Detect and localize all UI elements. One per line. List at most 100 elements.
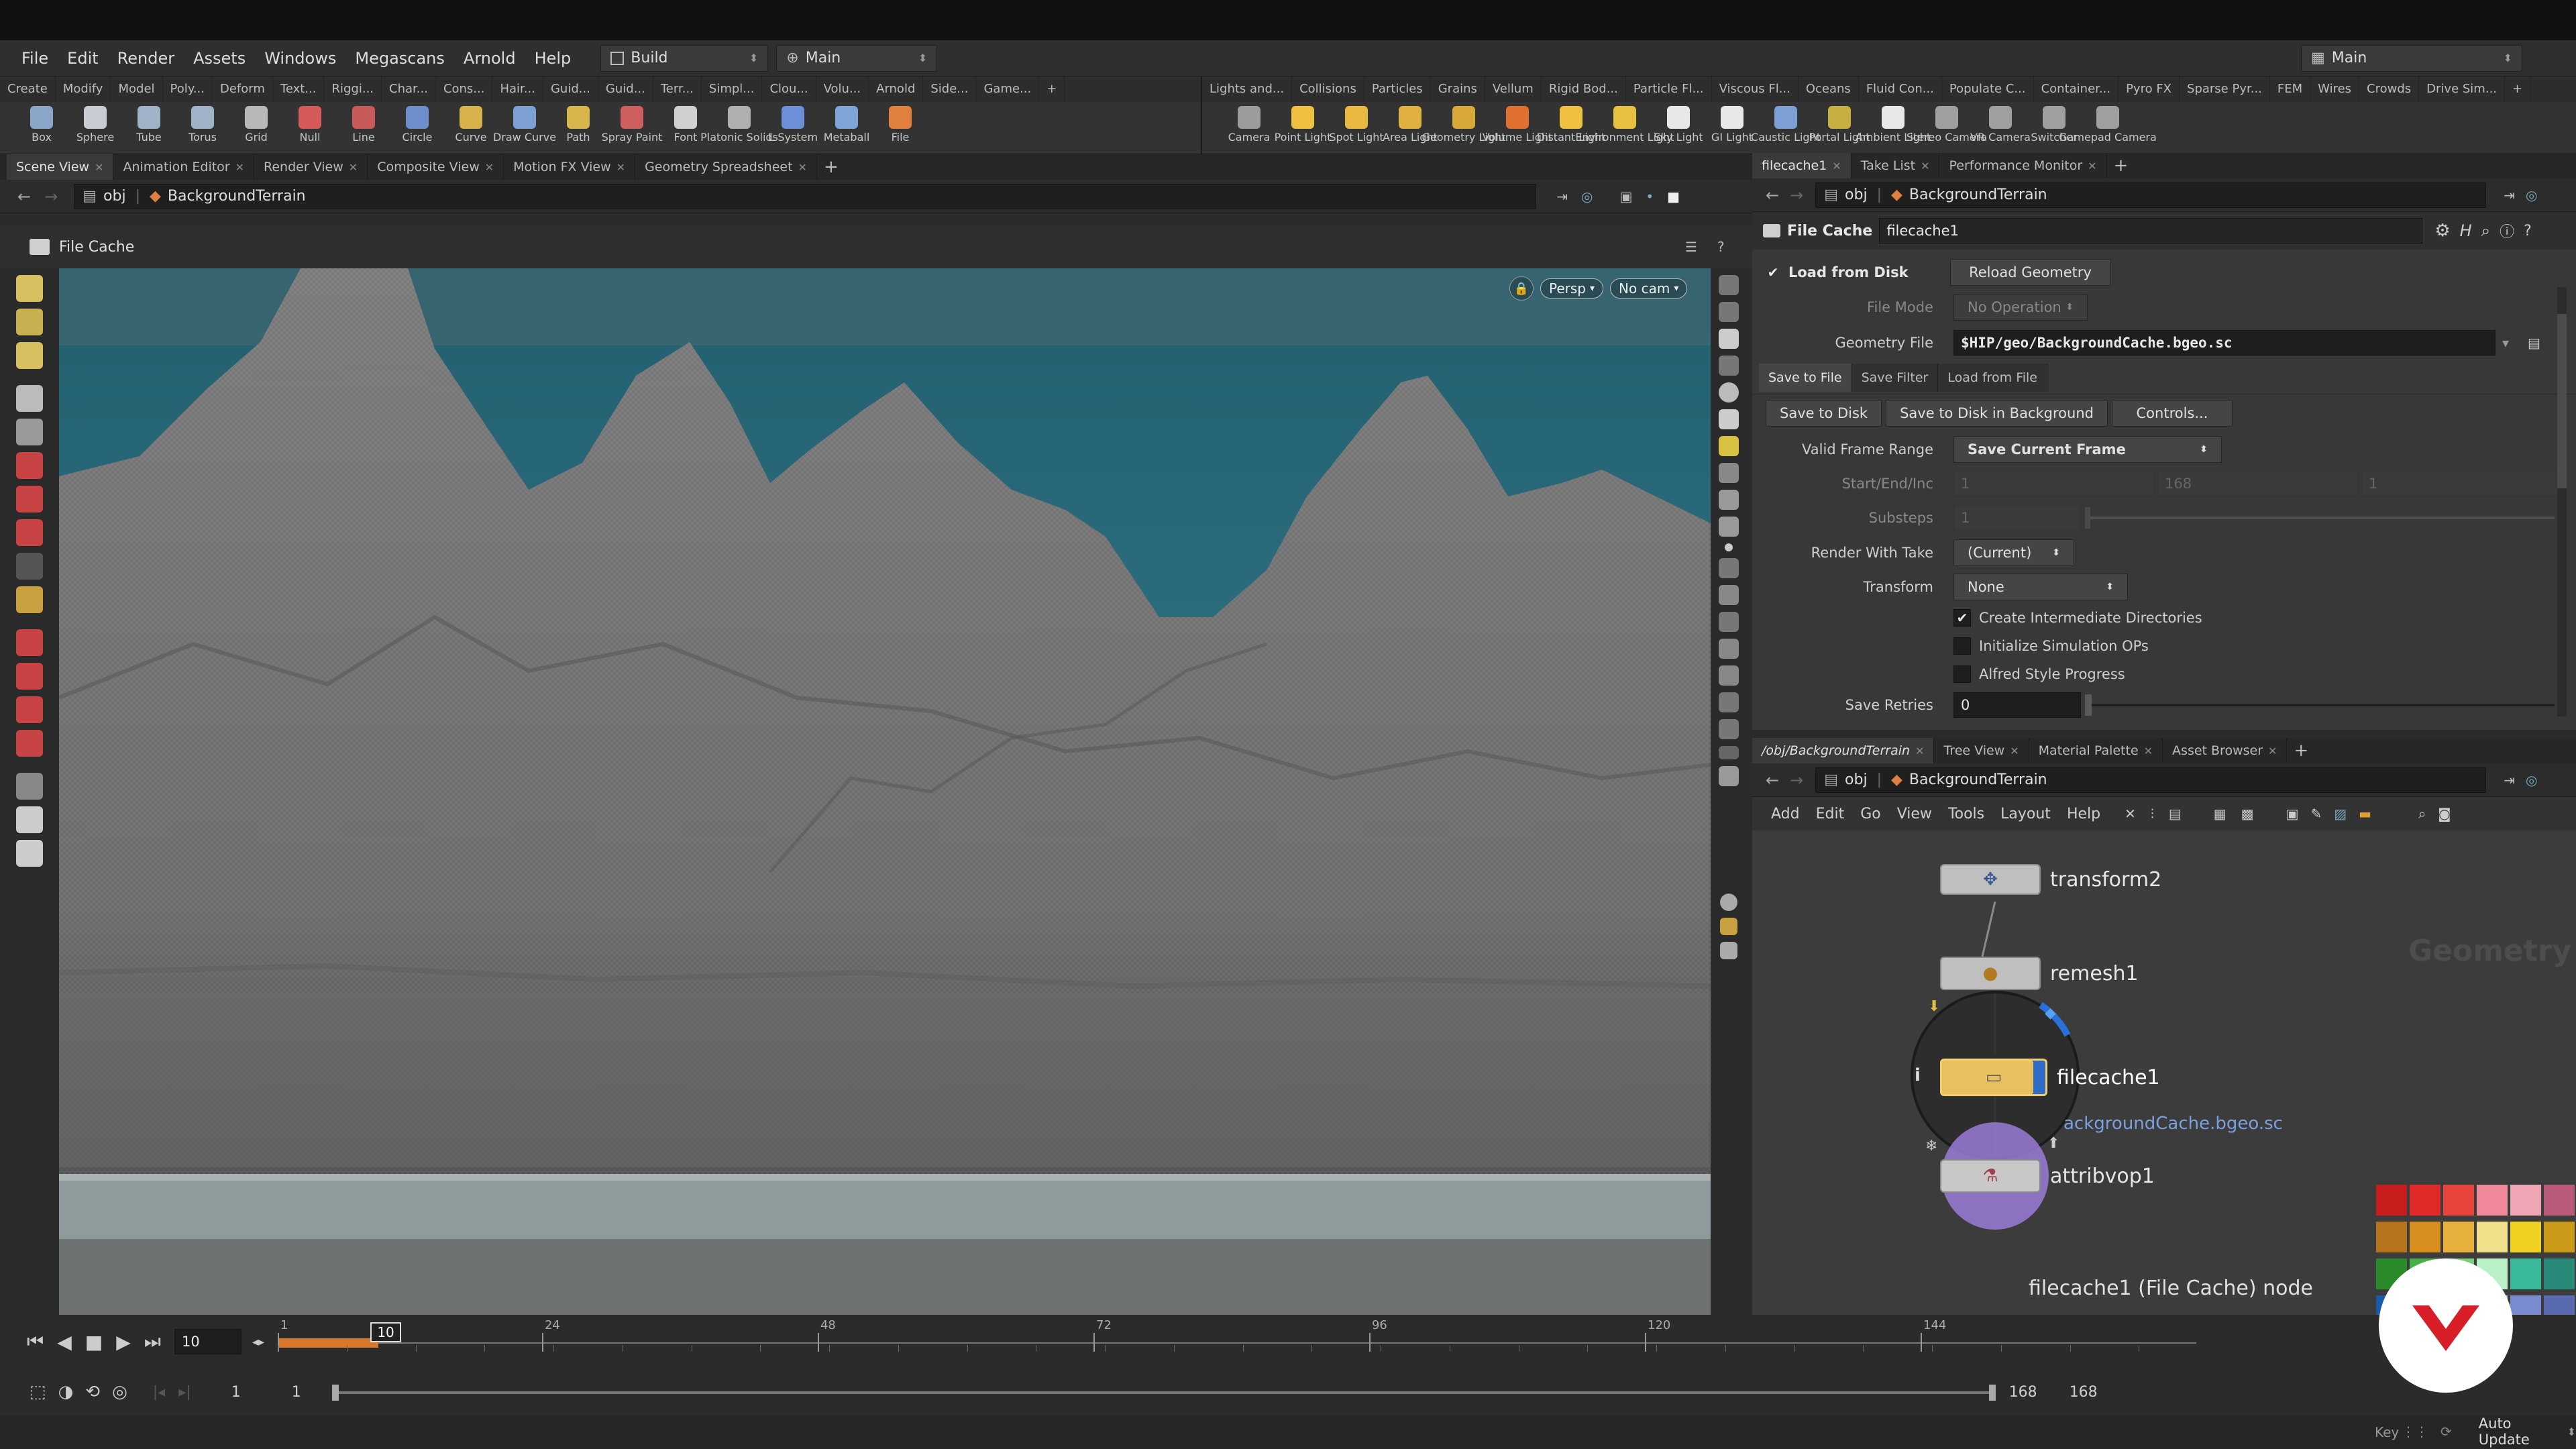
shelf-tool-camera[interactable]: Camera [1222, 102, 1276, 154]
tab-filecache1[interactable]: filecache1 ✕ [1752, 153, 1851, 178]
shelf-tab-right-9[interactable]: Fluid Con... [1859, 76, 1942, 102]
file-browse-icon[interactable]: ▤ [2528, 335, 2540, 351]
menu-edit[interactable]: Edit [1816, 806, 1845, 822]
shelf-tool-distant-light[interactable]: Distant Light [1537, 102, 1605, 154]
dropdown-icon[interactable]: ▾ [2502, 335, 2509, 351]
magnet-icon[interactable] [16, 663, 43, 690]
tab-performance-monitor[interactable]: Performance Monitor ✕ [1939, 153, 2107, 178]
frame-icon[interactable] [1719, 719, 1739, 739]
image-icon[interactable]: ▣ [2286, 806, 2299, 822]
shelf-tool-path[interactable]: Path [551, 102, 605, 154]
shelf-tool-draw-curve[interactable]: Draw Curve [493, 102, 556, 154]
close-icon[interactable]: ✕ [1832, 160, 1841, 172]
substeps-slider[interactable] [2085, 507, 2555, 529]
forward-arrow-icon[interactable]: → [44, 187, 58, 206]
shelf-tool-file[interactable]: File [873, 102, 927, 154]
shelf-tab-left-6[interactable]: Riggi... [324, 76, 382, 102]
close-icon[interactable]: ✕ [485, 161, 494, 174]
color-swatch[interactable] [2443, 1185, 2474, 1216]
color-swatch[interactable] [2544, 1185, 2575, 1216]
shelf-tool-volume-light[interactable]: Volume Light [1483, 102, 1552, 154]
add-tab-icon[interactable]: + [824, 157, 839, 177]
numbers-icon[interactable] [1719, 612, 1739, 632]
tab-asset-browser[interactable]: Asset Browser ✕ [2163, 738, 2288, 763]
shelf-tool-line[interactable]: Line [337, 102, 390, 154]
scale-icon[interactable] [16, 519, 43, 546]
shelf-tab-right-11[interactable]: Container... [2034, 76, 2119, 102]
geometry-file-field[interactable]: $HIP/geo/BackgroundCache.bgeo.sc [1953, 330, 2496, 356]
shelf-tool-stereo-camera[interactable]: Stereo Camera [1907, 102, 1987, 154]
auto-update-select[interactable]: Auto Update [2479, 1415, 2554, 1448]
shelf-tab-left-7[interactable]: Char... [382, 76, 436, 102]
add-shelf-icon[interactable]: + [2505, 76, 2531, 102]
shelf-tool-ambient-light[interactable]: Ambient Light [1856, 102, 1931, 154]
select-mode-icon[interactable] [16, 309, 43, 335]
shelf-tab-right-8[interactable]: Oceans [1799, 76, 1859, 102]
menu-megascans[interactable]: Megascans [345, 49, 454, 68]
light-icon[interactable] [1719, 409, 1739, 429]
menu-help[interactable]: Help [525, 49, 581, 68]
angle-icon[interactable] [1719, 692, 1739, 712]
save-to-disk-button[interactable]: Save to Disk [1766, 400, 1882, 427]
square-icon[interactable]: ■ [1667, 189, 1680, 205]
dots-icon[interactable]: • [1646, 189, 1654, 205]
realtime-icon[interactable]: ⬚ [30, 1382, 46, 1402]
jump-start-icon[interactable]: ⏮ [27, 1330, 44, 1353]
init-sim-checkbox[interactable] [1953, 637, 1971, 655]
shelf-tab-left-2[interactable]: Model [111, 76, 163, 102]
shelf-tab-right-2[interactable]: Particles [1364, 76, 1431, 102]
tools-icon[interactable]: ✕ [2125, 806, 2136, 822]
layout-icon[interactable] [1720, 918, 1737, 935]
color-swatch[interactable] [2443, 1222, 2474, 1252]
color-swatch[interactable] [2410, 1185, 2440, 1216]
close-icon[interactable]: ✕ [1915, 745, 1924, 757]
shelf-tool-l-system[interactable]: L-System [766, 102, 820, 154]
shelf-tool-gamepad-camera[interactable]: Gamepad Camera [2059, 102, 2157, 154]
sticky-icon[interactable]: ▬ [2359, 806, 2371, 822]
shelf-tool-platonic-solids[interactable]: Platonic Solids [700, 102, 778, 154]
range-slider[interactable] [331, 1382, 1996, 1402]
key-mode-select[interactable]: Key [2375, 1424, 2399, 1440]
file-mode-select[interactable]: No Operation ⬍ [1953, 294, 2088, 321]
context-selector[interactable]: ⊕ Main ⬍ [776, 44, 938, 72]
camera-menu[interactable]: No cam ▾ [1610, 278, 1688, 299]
shelf-tab-right-3[interactable]: Grains [1431, 76, 1485, 102]
shelf-tab-left-15[interactable]: Volu... [816, 76, 869, 102]
start-field[interactable]: 1 [1953, 471, 2155, 496]
next-key-icon[interactable]: ▸| [178, 1384, 191, 1401]
save-retries-slider[interactable] [2085, 694, 2555, 716]
shelf-tool-environment-light[interactable]: Environment Light [1575, 102, 1674, 154]
shelf-tab-right-15[interactable]: Wires [2310, 76, 2360, 102]
view-tool-icon[interactable] [16, 773, 43, 800]
tab-take-list[interactable]: Take List ✕ [1851, 153, 1940, 178]
shelf-tool-area-light[interactable]: Area Light [1383, 102, 1438, 154]
color-swatch[interactable] [2376, 1222, 2407, 1252]
tab-tree-view[interactable]: Tree View ✕ [1934, 738, 2029, 763]
network-path-field[interactable]: ▤ obj | ◆ BackgroundTerrain [1815, 767, 2487, 793]
node-attribvop1[interactable]: ⚗ attribvop1 [1940, 1159, 2155, 1193]
shelf-tool-gi-light[interactable]: GI Light [1705, 102, 1759, 154]
scene-path-field[interactable]: ▤ obj | ◆ BackgroundTerrain [74, 183, 1537, 209]
shelf-tab-right-1[interactable]: Collisions [1292, 76, 1364, 102]
reload-geometry-button[interactable]: Reload Geometry [1949, 259, 2111, 286]
forward-arrow-icon[interactable]: → [1790, 186, 1803, 205]
save-to-disk-background-button[interactable]: Save to Disk in Background [1886, 400, 2108, 427]
color-swatch[interactable] [2477, 1222, 2508, 1252]
shelf-tool-spot-light[interactable]: Spot Light [1329, 102, 1384, 154]
menu-add[interactable]: Add [1771, 806, 1800, 822]
close-icon[interactable]: ✕ [616, 161, 625, 174]
pin-icon[interactable]: ⇥ [1556, 189, 1568, 205]
bucket-icon[interactable] [1719, 639, 1739, 659]
camera-view-icon[interactable] [1719, 490, 1739, 510]
bypass-flag-icon[interactable]: ⬇ [1928, 998, 1940, 1015]
param-scrollbar[interactable] [2557, 287, 2567, 716]
tab-geometry-spreadsheet[interactable]: Geometry Spreadsheet ✕ [635, 154, 817, 180]
shelf-tab-right-7[interactable]: Viscous Fl... [1712, 76, 1799, 102]
tab-motion-fx-view[interactable]: Motion FX View ✕ [504, 154, 636, 180]
tree-icon[interactable]: ⫶ [2151, 806, 2154, 822]
menu-arnold[interactable]: Arnold [454, 49, 525, 68]
eye-icon[interactable] [1719, 275, 1739, 295]
close-icon[interactable]: ✕ [2268, 745, 2277, 757]
shelf-tab-left-12[interactable]: Terr... [653, 76, 702, 102]
tab-animation-editor[interactable]: Animation Editor ✕ [113, 154, 255, 180]
